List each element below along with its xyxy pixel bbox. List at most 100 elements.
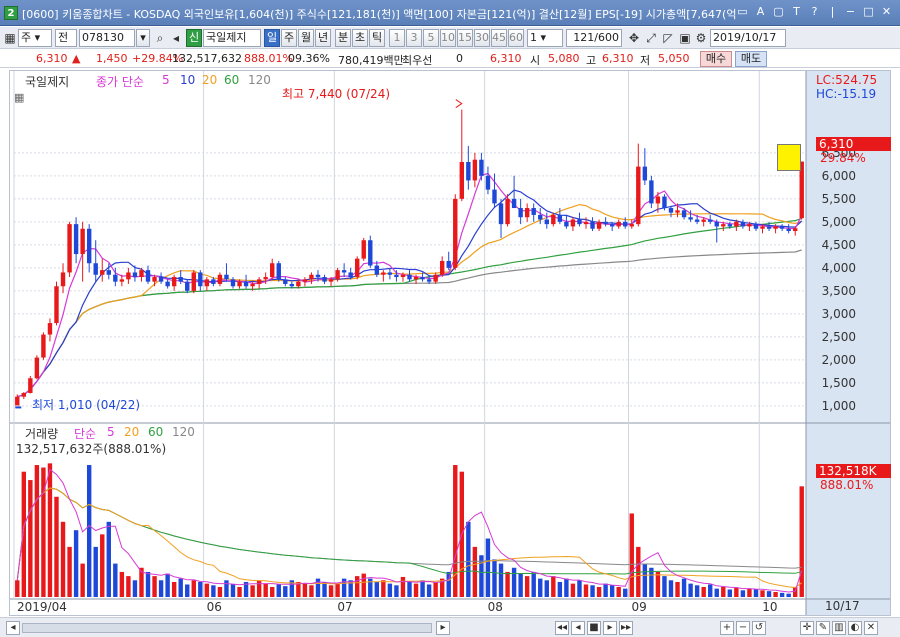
volume-bar [727, 589, 733, 597]
period-month-button[interactable]: 월 [298, 29, 314, 47]
grid-toggle-icon[interactable]: ▦ [14, 91, 24, 104]
volume-bar [583, 584, 589, 597]
candle-body [551, 214, 556, 225]
candle-body [420, 277, 425, 280]
interval-3-button[interactable]: 3 [406, 29, 422, 47]
code-dropdown-button[interactable]: ▾ [136, 29, 150, 47]
layout-icon[interactable]: ▭ [735, 4, 750, 20]
interval-45-button[interactable]: 45 [491, 29, 507, 47]
rewind-icon[interactable]: ◂◂ [555, 621, 569, 635]
magnet-icon[interactable]: ◐ [848, 621, 862, 635]
volume-bar [263, 583, 268, 597]
ruler-icon[interactable]: ▥ [832, 621, 846, 635]
interval-n-input[interactable]: 1 ▾ [527, 29, 563, 47]
interval-15-button[interactable]: 15 [457, 29, 473, 47]
volume-bar [466, 521, 471, 597]
current-volume-percent: 888.01% [820, 478, 874, 492]
interval-60-button[interactable]: 60 [508, 29, 524, 47]
line-chart-icon[interactable]: ◸ [660, 30, 676, 46]
pin-tool-icon[interactable]: ✥ [626, 30, 642, 46]
volume-bar [335, 583, 340, 597]
maximize-icon[interactable]: □ [861, 4, 876, 20]
period-tick-button[interactable]: 틱 [369, 29, 385, 47]
period-day-button[interactable]: 일 [264, 29, 280, 47]
date-tick-label: 07 [337, 600, 352, 614]
play-back-icon[interactable]: ◂ [571, 621, 585, 635]
speaker-icon[interactable]: ◂ [168, 30, 184, 46]
price-volume-chart[interactable]: 6,5006,0005,5005,0004,5004,0003,5003,000… [10, 71, 890, 615]
interval-1-button[interactable]: 1 [389, 29, 405, 47]
text-t-icon[interactable]: T [789, 4, 804, 20]
font-a-icon[interactable]: A [753, 4, 768, 20]
period-minute-button[interactable]: 분 [335, 29, 351, 47]
volume-bar [629, 513, 634, 597]
buy-button[interactable]: 매수 [700, 51, 732, 67]
separator: | [830, 5, 835, 18]
pencil-icon[interactable]: ✎ [816, 621, 830, 635]
stop-icon[interactable]: ■ [587, 621, 601, 635]
search-icon[interactable]: ⌕ [152, 30, 168, 46]
volume-bar [603, 583, 608, 597]
save-icon[interactable]: ▣ [677, 30, 693, 46]
volume-bar [609, 585, 615, 597]
candle-body [694, 219, 700, 222]
period-week-button[interactable]: 주 [281, 29, 297, 47]
volume-bar [230, 584, 236, 597]
volume-bar [394, 585, 399, 597]
prev-select[interactable]: 전 [55, 29, 77, 47]
zoom-out-icon[interactable]: − [736, 621, 750, 635]
candle-body [139, 270, 144, 278]
candle-body [688, 217, 693, 220]
candle-body [132, 272, 138, 278]
scroll-track[interactable] [22, 623, 432, 633]
minimize-icon[interactable]: − [843, 4, 858, 20]
play-icon[interactable]: ▸ [603, 621, 617, 635]
pin-icon[interactable]: ▢ [771, 4, 786, 20]
help-icon[interactable]: ? [807, 4, 822, 20]
candle-body [603, 221, 608, 225]
close-icon[interactable]: ✕ [879, 4, 894, 20]
crosshair-icon[interactable]: ✛ [800, 621, 814, 635]
volume-bar [655, 571, 661, 597]
market-select[interactable]: 주 ▾ [18, 29, 52, 47]
sell-button[interactable]: 매도 [735, 51, 767, 67]
interval-30-button[interactable]: 30 [474, 29, 490, 47]
forward-icon[interactable]: ▸▸ [619, 621, 633, 635]
data-count-field[interactable]: 121/600 [566, 29, 622, 47]
interval-5-button[interactable]: 5 [423, 29, 439, 47]
grid-icon[interactable]: ▦ [2, 30, 18, 46]
candle-body [681, 210, 687, 218]
settings-icon[interactable]: ⚙ [693, 30, 709, 46]
candle-body [531, 208, 536, 215]
candle-body [158, 277, 164, 282]
scroll-right-icon[interactable]: ▸ [436, 621, 450, 635]
candle-body [564, 221, 569, 227]
date-tick-label: 08 [488, 600, 503, 614]
candle-body [544, 219, 549, 225]
chart-area[interactable]: 6,500 6,000 5,500 5,000 4,500 4,000 3,500 3,000… [9, 70, 891, 616]
candle-body [80, 228, 85, 255]
scroll-left-icon[interactable]: ◂ [6, 621, 20, 635]
zoom-icon[interactable]: ⤢ [643, 30, 659, 46]
volume-bar [250, 585, 255, 597]
high-label: 고 [586, 54, 597, 67]
volume-bar [276, 584, 281, 597]
candle-body [596, 221, 602, 229]
quote-info-bar: 6,310 ▲ 1,450 +29.84% 132,517,632 888.01… [0, 50, 900, 68]
volume-bar [786, 593, 791, 597]
candle-body [41, 334, 46, 358]
date-input[interactable]: 2019/10/17 [710, 29, 786, 47]
interval-10-button[interactable]: 10 [440, 29, 456, 47]
period-year-button[interactable]: 년 [315, 29, 331, 47]
open-price: 5,080 [548, 52, 580, 65]
candle-body [524, 208, 530, 218]
candle-body [328, 279, 334, 282]
zoom-in-icon[interactable]: + [720, 621, 734, 635]
trash-icon[interactable]: ✕ [864, 621, 878, 635]
zoom-reset-icon[interactable]: ↺ [752, 621, 766, 635]
stock-code-input[interactable]: 078130 [79, 29, 135, 47]
low-price: 5,050 [658, 52, 690, 65]
period-second-button[interactable]: 초 [352, 29, 368, 47]
best-quote-label: 최우선 [402, 54, 433, 67]
chart-scroll-bar: ◂ ▸ ◂◂ ◂ ■ ▸ ▸▸ + − ↺ ✛ ✎ ▥ ◐ ✕ [0, 617, 900, 637]
